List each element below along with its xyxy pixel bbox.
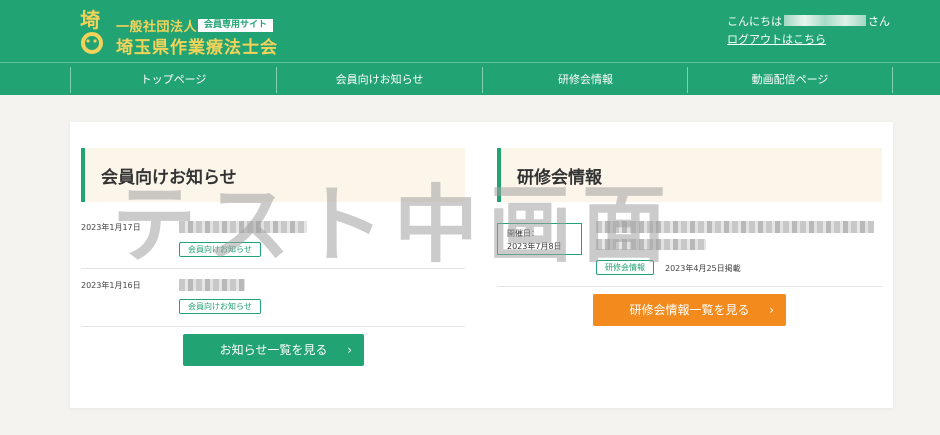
news-title-blurred[interactable] (179, 279, 245, 291)
divider (497, 286, 882, 287)
seminar-title-blurred-line2[interactable] (596, 239, 706, 250)
event-date: 2023年7月8日 (507, 242, 562, 251)
nav-item-top[interactable]: トップページ (70, 67, 276, 93)
org-name[interactable]: 埼玉県作業療法士会 (116, 33, 278, 58)
news-category-tag[interactable]: 会員向けお知らせ (179, 299, 261, 314)
greeting: こんにちは さん (727, 13, 890, 29)
divider (81, 326, 465, 327)
nav-item-seminar[interactable]: 研修会情報 (482, 67, 688, 93)
seminar-list-button[interactable]: 研修会情報一覧を見る › (593, 294, 786, 326)
seminar-list-button-label: 研修会情報一覧を見る (629, 303, 750, 317)
svg-text:埼: 埼 (80, 8, 100, 32)
news-date: 2023年1月17日 (81, 223, 141, 232)
site-header: 埼 一般社団法人 会員専用サイト 埼玉県作業療法士会 こんにちは さん ログアウト… (0, 0, 940, 62)
logout-link[interactable]: ログアウトはこちら (727, 31, 826, 47)
seminar-section-title: 研修会情報 (517, 168, 602, 188)
news-date: 2023年1月16日 (81, 281, 141, 290)
nav-item-video[interactable]: 動画配信ページ (687, 67, 893, 93)
news-list-button-label: お知らせ一覧を見る (219, 343, 328, 357)
news-title-blurred[interactable] (179, 221, 307, 233)
divider (81, 268, 465, 269)
event-date-box: 開催日： 2023年7月8日 (497, 223, 582, 255)
news-section-title: 会員向けお知らせ (101, 168, 237, 188)
logo-icon[interactable]: 埼 (78, 5, 106, 55)
chevron-right-icon: › (769, 303, 774, 317)
event-date-label: 開催日： (507, 229, 539, 238)
posted-date: 2023年4月25日掲載 (665, 264, 741, 273)
main-nav: トップページ 会員向けお知らせ 研修会情報 動画配信ページ (0, 62, 940, 95)
nav-item-member-news[interactable]: 会員向けお知らせ (276, 67, 482, 93)
news-category-tag[interactable]: 会員向けお知らせ (179, 242, 261, 257)
chevron-right-icon: › (347, 343, 352, 357)
blurred-username (784, 15, 866, 26)
greeting-prefix: こんにちは (727, 15, 782, 28)
news-list-button[interactable]: お知らせ一覧を見る › (183, 334, 364, 366)
seminar-section-header: 研修会情報 (497, 148, 882, 202)
news-section-header: 会員向けお知らせ (81, 148, 465, 202)
seminar-title-blurred[interactable] (596, 221, 874, 233)
member-site-badge: 会員専用サイト (198, 19, 274, 32)
seminar-category-tag[interactable]: 研修会情報 (596, 260, 654, 275)
greeting-suffix: さん (868, 15, 890, 28)
